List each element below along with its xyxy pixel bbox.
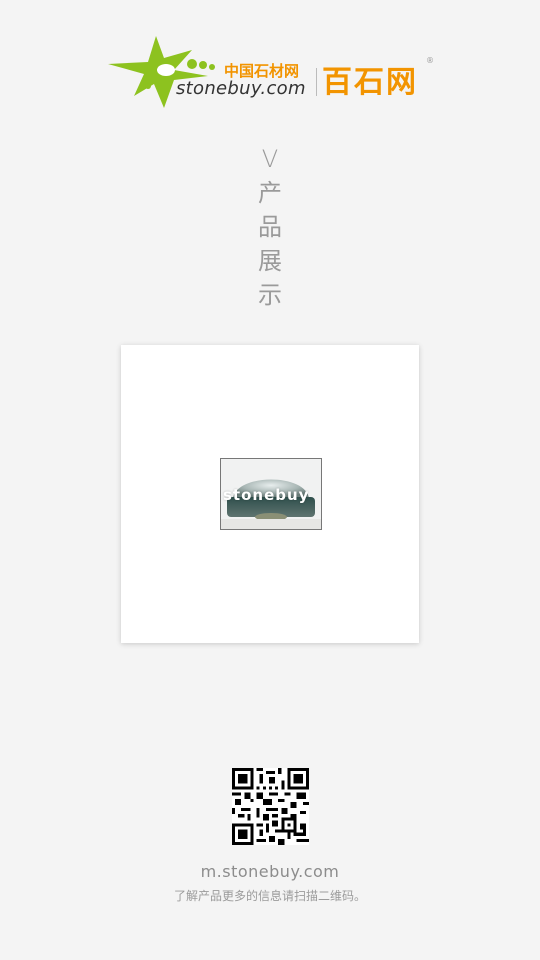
qr-code-icon bbox=[232, 768, 309, 845]
logo-en: stonebuy.com bbox=[176, 78, 306, 99]
logo-divider bbox=[316, 68, 317, 96]
watermark: stonebuy bbox=[223, 486, 310, 504]
product-card[interactable]: stonebuy bbox=[121, 345, 419, 643]
title-char: 示 bbox=[258, 281, 282, 309]
page-title: V 产 品 展 示 bbox=[250, 142, 290, 312]
title-char: V bbox=[261, 145, 279, 173]
logo: 中国石材网 stonebuy.com 百石网 ® bbox=[104, 34, 436, 112]
site-url[interactable]: m.stonebuy.com bbox=[0, 862, 540, 881]
logo-brand: 百石网 bbox=[322, 65, 418, 100]
product-image[interactable]: stonebuy bbox=[220, 458, 322, 530]
title-char: 产 bbox=[258, 179, 282, 207]
title-char: 展 bbox=[258, 247, 282, 275]
logo-star-icon bbox=[108, 36, 215, 108]
qr-hint: 了解产品更多的信息请扫描二维码。 bbox=[173, 889, 366, 903]
registered-mark: ® bbox=[426, 56, 434, 65]
title-char: 品 bbox=[258, 213, 282, 241]
